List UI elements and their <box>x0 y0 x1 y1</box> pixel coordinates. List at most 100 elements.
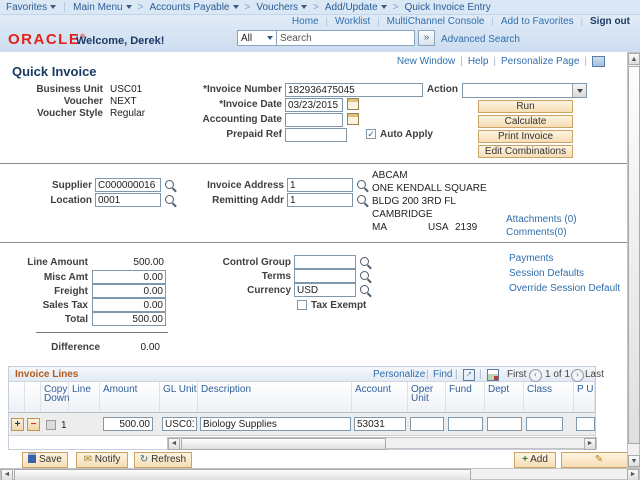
nav-home[interactable]: Home <box>292 16 319 27</box>
run-button[interactable]: Run <box>478 100 573 113</box>
add-button[interactable]: + Add <box>514 452 556 468</box>
location-input[interactable] <box>95 193 161 207</box>
control-group-lookup-icon[interactable] <box>360 257 369 266</box>
scroll-right-icon[interactable]: ► <box>627 469 639 480</box>
breadcrumb-add-update[interactable]: Add/Update <box>325 2 387 13</box>
save-button[interactable]: Save <box>22 452 68 468</box>
find-link[interactable]: Find <box>433 369 452 380</box>
column-header-fund: Fund <box>446 382 485 412</box>
grid-horizontal-scrollbar[interactable]: ◄ ► <box>167 437 597 449</box>
print-invoice-button[interactable]: Print Invoice <box>478 130 573 143</box>
prepaid-ref-input[interactable] <box>285 128 347 142</box>
currency-lookup-icon[interactable] <box>360 285 369 294</box>
action-select[interactable] <box>462 83 587 98</box>
previous-row-icon[interactable]: ‹ <box>529 369 542 382</box>
divider <box>319 16 335 27</box>
scroll-down-icon[interactable]: ▼ <box>628 455 640 467</box>
column-header-description: Description <box>198 382 352 412</box>
update-display-button[interactable]: ✎ Update/Display <box>561 452 637 468</box>
invoice-address-lookup-icon[interactable] <box>357 180 366 189</box>
nav-last-label[interactable]: Last <box>585 369 604 380</box>
personalize-page-link[interactable]: Personalize Page <box>501 56 579 67</box>
scroll-right-icon[interactable]: ► <box>584 438 596 450</box>
add-row-button[interactable]: + <box>11 418 24 431</box>
scrollbar-thumb[interactable] <box>181 438 386 450</box>
accounting-date-input[interactable] <box>285 113 343 127</box>
search-go-button[interactable]: » <box>418 30 435 46</box>
invoice-number-input[interactable] <box>285 83 423 97</box>
delete-row-button[interactable]: − <box>27 418 40 431</box>
divider: | <box>426 369 429 380</box>
search-input[interactable] <box>277 30 415 46</box>
refresh-button[interactable]: ↻ Refresh <box>134 452 192 468</box>
download-to-excel-icon[interactable] <box>487 369 499 381</box>
row-class-input[interactable] <box>526 417 563 431</box>
scrollbar-thumb[interactable] <box>628 66 640 444</box>
currency-input[interactable] <box>294 283 356 297</box>
remitting-addr-label: Remitting Addr <box>190 195 284 206</box>
search-scope-select[interactable]: All <box>237 30 277 46</box>
scroll-up-icon[interactable]: ▲ <box>628 53 640 65</box>
control-group-input[interactable] <box>294 255 356 269</box>
payments-link[interactable]: Payments <box>509 253 553 264</box>
row-pc-unit-input[interactable] <box>576 417 595 431</box>
next-row-icon[interactable]: › <box>571 369 584 382</box>
calculate-button[interactable]: Calculate <box>478 115 573 128</box>
calendar-icon[interactable] <box>347 113 359 125</box>
scrollbar-thumb[interactable] <box>14 469 471 480</box>
freight-input[interactable] <box>92 284 166 298</box>
row-account-input[interactable] <box>354 417 406 431</box>
row-gl-unit-input[interactable] <box>162 417 197 431</box>
view-all-icon[interactable]: ↗ <box>463 369 475 381</box>
row-description-input[interactable] <box>200 417 351 431</box>
row-oper-unit-input[interactable] <box>410 417 444 431</box>
total-input[interactable] <box>92 312 166 326</box>
comments-link[interactable]: Comments(0) <box>506 227 567 238</box>
location-lookup-icon[interactable] <box>165 195 174 204</box>
supplier-lookup-icon[interactable] <box>165 180 174 189</box>
advanced-search-link[interactable]: Advanced Search <box>441 34 520 45</box>
invoice-date-input[interactable] <box>285 98 343 112</box>
nav-multichannel-console[interactable]: MultiChannel Console <box>387 16 485 27</box>
address-line: BLDG 200 3RD FL <box>372 196 456 207</box>
nav-sign-out[interactable]: Sign out <box>590 16 630 27</box>
breadcrumb-accounts-payable[interactable]: Accounts Payable <box>149 2 238 13</box>
sales-tax-input[interactable] <box>92 298 166 312</box>
override-session-default-link[interactable]: Override Session Default <box>509 283 620 294</box>
calendar-icon[interactable] <box>347 98 359 110</box>
row-amount-input[interactable] <box>103 417 153 431</box>
remitting-addr-lookup-icon[interactable] <box>357 195 366 204</box>
new-window-link[interactable]: New Window <box>397 56 455 67</box>
personalize-link[interactable]: Personalize <box>373 369 425 380</box>
column-header-pc-unit: P U <box>574 382 595 412</box>
breadcrumb-main-menu[interactable]: Main Menu <box>73 2 131 13</box>
supplier-input[interactable] <box>95 178 161 192</box>
row-dept-input[interactable] <box>487 417 522 431</box>
tax-exempt-checkbox[interactable] <box>297 300 307 310</box>
attachments-link[interactable]: Attachments (0) <box>506 214 577 225</box>
terms-lookup-icon[interactable] <box>360 271 369 280</box>
session-defaults-link[interactable]: Session Defaults <box>509 268 584 279</box>
difference-label: Difference <box>30 342 100 353</box>
scroll-left-icon[interactable]: ◄ <box>1 469 13 480</box>
window-icon[interactable] <box>592 56 605 67</box>
help-link[interactable]: Help <box>468 56 489 67</box>
vertical-scrollbar[interactable]: ▲ ▼ <box>627 52 640 468</box>
nav-worklist[interactable]: Worklist <box>335 16 370 27</box>
remitting-addr-input[interactable] <box>287 193 353 207</box>
edit-combinations-button[interactable]: Edit Combinations <box>478 145 573 158</box>
breadcrumb-favorites[interactable]: Favorites <box>6 2 56 13</box>
nav-add-to-favorites[interactable]: Add to Favorites <box>501 16 574 27</box>
notify-button[interactable]: ✉ Notify <box>76 452 128 468</box>
scroll-left-icon[interactable]: ◄ <box>168 438 180 450</box>
nav-first-label[interactable]: First <box>507 369 526 380</box>
auto-apply-checkbox[interactable]: ✓ <box>366 129 376 139</box>
row-fund-input[interactable] <box>448 417 483 431</box>
column-header-delete <box>25 382 41 412</box>
horizontal-scrollbar[interactable]: ◄ ► <box>0 468 640 480</box>
invoice-address-input[interactable] <box>287 178 353 192</box>
misc-amt-input[interactable] <box>92 270 166 284</box>
terms-input[interactable] <box>294 269 356 283</box>
breadcrumb-vouchers[interactable]: Vouchers <box>256 2 307 13</box>
copy-down-checkbox[interactable] <box>46 420 56 430</box>
